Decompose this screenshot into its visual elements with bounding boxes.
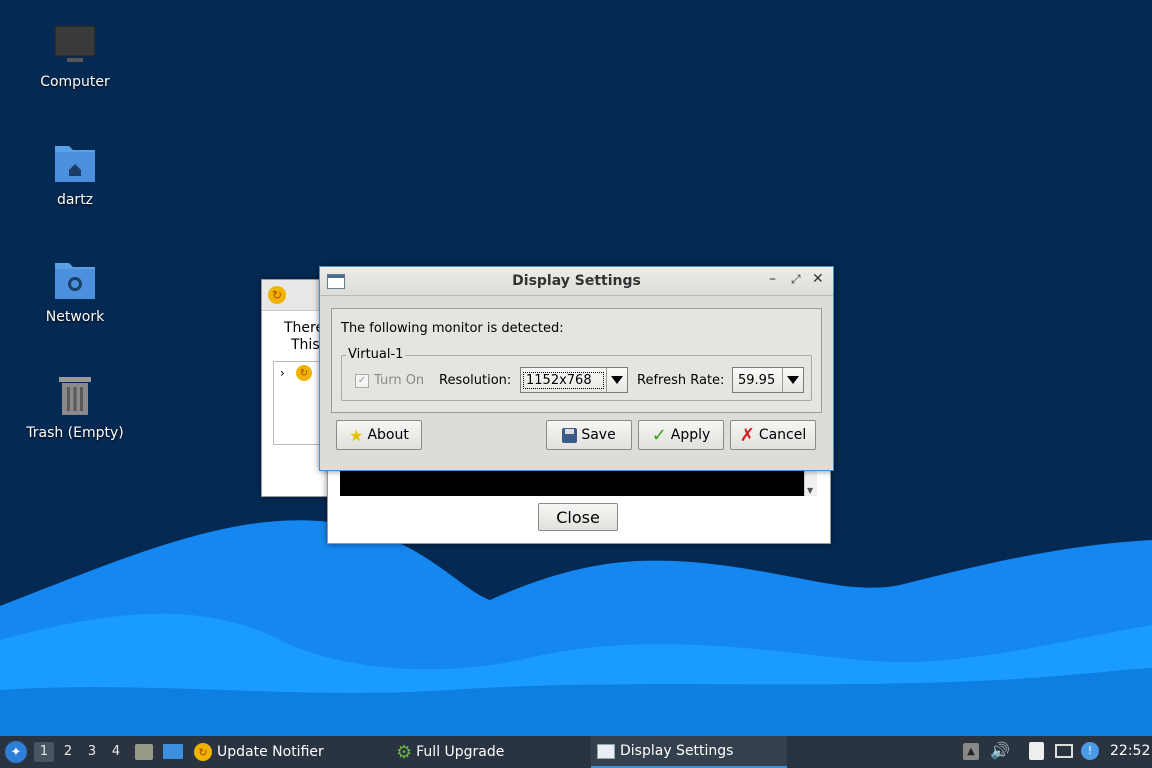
close-icon[interactable]: ✕ <box>812 271 824 287</box>
display-settings-titlebar[interactable]: Display Settings – ⤢ ✕ <box>320 267 833 296</box>
desktop-icon-computer[interactable]: Computer <box>10 22 140 90</box>
upgrade-log-window: ▼ Close <box>327 460 831 544</box>
cancel-button[interactable]: ✗ Cancel <box>730 420 816 450</box>
show-desktop-icon[interactable] <box>163 744 183 759</box>
window-icon <box>597 743 615 759</box>
workspace-3[interactable]: 3 <box>82 742 102 762</box>
update-text-line2: This <box>291 337 320 353</box>
checkmark-icon: ✓ <box>651 424 667 446</box>
desktop-icon-label: Computer <box>40 74 110 90</box>
network-folder-icon <box>51 257 99 305</box>
turn-on-checkbox[interactable]: ✓ <box>355 374 369 388</box>
chevron-down-icon[interactable] <box>782 368 803 392</box>
volume-icon[interactable]: 🔊 <box>990 741 1010 760</box>
desktop-icon-label: Trash (Empty) <box>26 425 124 441</box>
resolution-value: 1152x768 <box>523 371 604 389</box>
clipboard-icon[interactable] <box>1029 742 1044 760</box>
update-notifier-icon: ↻ <box>268 286 286 304</box>
workspace-1[interactable]: 1 <box>34 742 54 762</box>
star-icon: ★ <box>349 425 364 445</box>
refresh-rate-select[interactable]: 59.95 <box>732 367 804 393</box>
start-menu-icon[interactable]: ✦ <box>5 741 27 763</box>
desktop-icon-network[interactable]: Network <box>10 257 140 325</box>
expander-icon[interactable]: › <box>280 366 285 380</box>
chevron-down-icon[interactable] <box>606 368 627 392</box>
save-button[interactable]: Save <box>546 420 632 450</box>
computer-icon <box>51 22 99 70</box>
monitor-panel: The following monitor is detected: Virtu… <box>331 308 822 413</box>
window-title: Display Settings <box>512 273 641 289</box>
maximize-icon[interactable]: ⤢ <box>791 272 801 287</box>
monitor-group: Virtual-1 ✓ Turn On Resolution: 1152x768… <box>341 347 812 401</box>
display-settings-window: Display Settings – ⤢ ✕ The following mon… <box>319 266 834 471</box>
gear-icon: ⚙ <box>396 741 413 763</box>
task-display-settings[interactable]: Display Settings <box>591 736 787 768</box>
taskbar: ✦ 1 2 3 4 ↻ Update Notifier ⚙ Full Upgra… <box>0 736 1152 768</box>
log-output <box>340 469 804 496</box>
notification-icon[interactable]: ! <box>1081 742 1099 760</box>
workspace-2[interactable]: 2 <box>58 742 78 762</box>
task-update-notifier[interactable]: ↻ Update Notifier <box>194 736 324 768</box>
task-full-upgrade[interactable]: ⚙ Full Upgrade <box>396 736 504 768</box>
turn-on-label: Turn On <box>374 373 425 388</box>
apply-button[interactable]: ✓ Apply <box>638 420 724 450</box>
update-notifier-icon: ↻ <box>296 365 312 381</box>
refresh-rate-label: Refresh Rate: <box>637 373 725 388</box>
trash-icon <box>51 373 99 421</box>
about-button[interactable]: ★ About <box>336 420 422 450</box>
desktop-icon-label: dartz <box>56 192 94 208</box>
floppy-disk-icon <box>562 427 578 443</box>
desktop-icon-trash[interactable]: Trash (Empty) <box>10 373 140 441</box>
update-notifier-icon: ↻ <box>194 743 212 761</box>
resolution-select[interactable]: 1152x768 <box>520 367 628 393</box>
desktop-icon-label: Network <box>45 309 105 325</box>
home-folder-icon <box>51 140 99 188</box>
clock[interactable]: 22:52 <box>1110 743 1150 759</box>
file-manager-launcher-icon[interactable] <box>135 744 153 760</box>
scroll-down-icon[interactable]: ▼ <box>807 486 813 495</box>
refresh-rate-value: 59.95 <box>738 372 776 388</box>
workspace-4[interactable]: 4 <box>106 742 126 762</box>
monitor-name: Virtual-1 <box>346 347 406 362</box>
minimize-icon[interactable]: – <box>769 271 776 287</box>
tray-up-arrow-icon[interactable]: ▲ <box>963 743 979 760</box>
detected-text: The following monitor is detected: <box>341 321 564 336</box>
close-button[interactable]: Close <box>538 503 618 531</box>
cancel-x-icon: ✗ <box>739 424 755 446</box>
network-tray-icon[interactable] <box>1055 744 1073 758</box>
log-scrollbar[interactable]: ▼ <box>804 469 817 496</box>
resolution-label: Resolution: <box>439 373 512 388</box>
desktop-icon-home[interactable]: dartz <box>10 140 140 208</box>
